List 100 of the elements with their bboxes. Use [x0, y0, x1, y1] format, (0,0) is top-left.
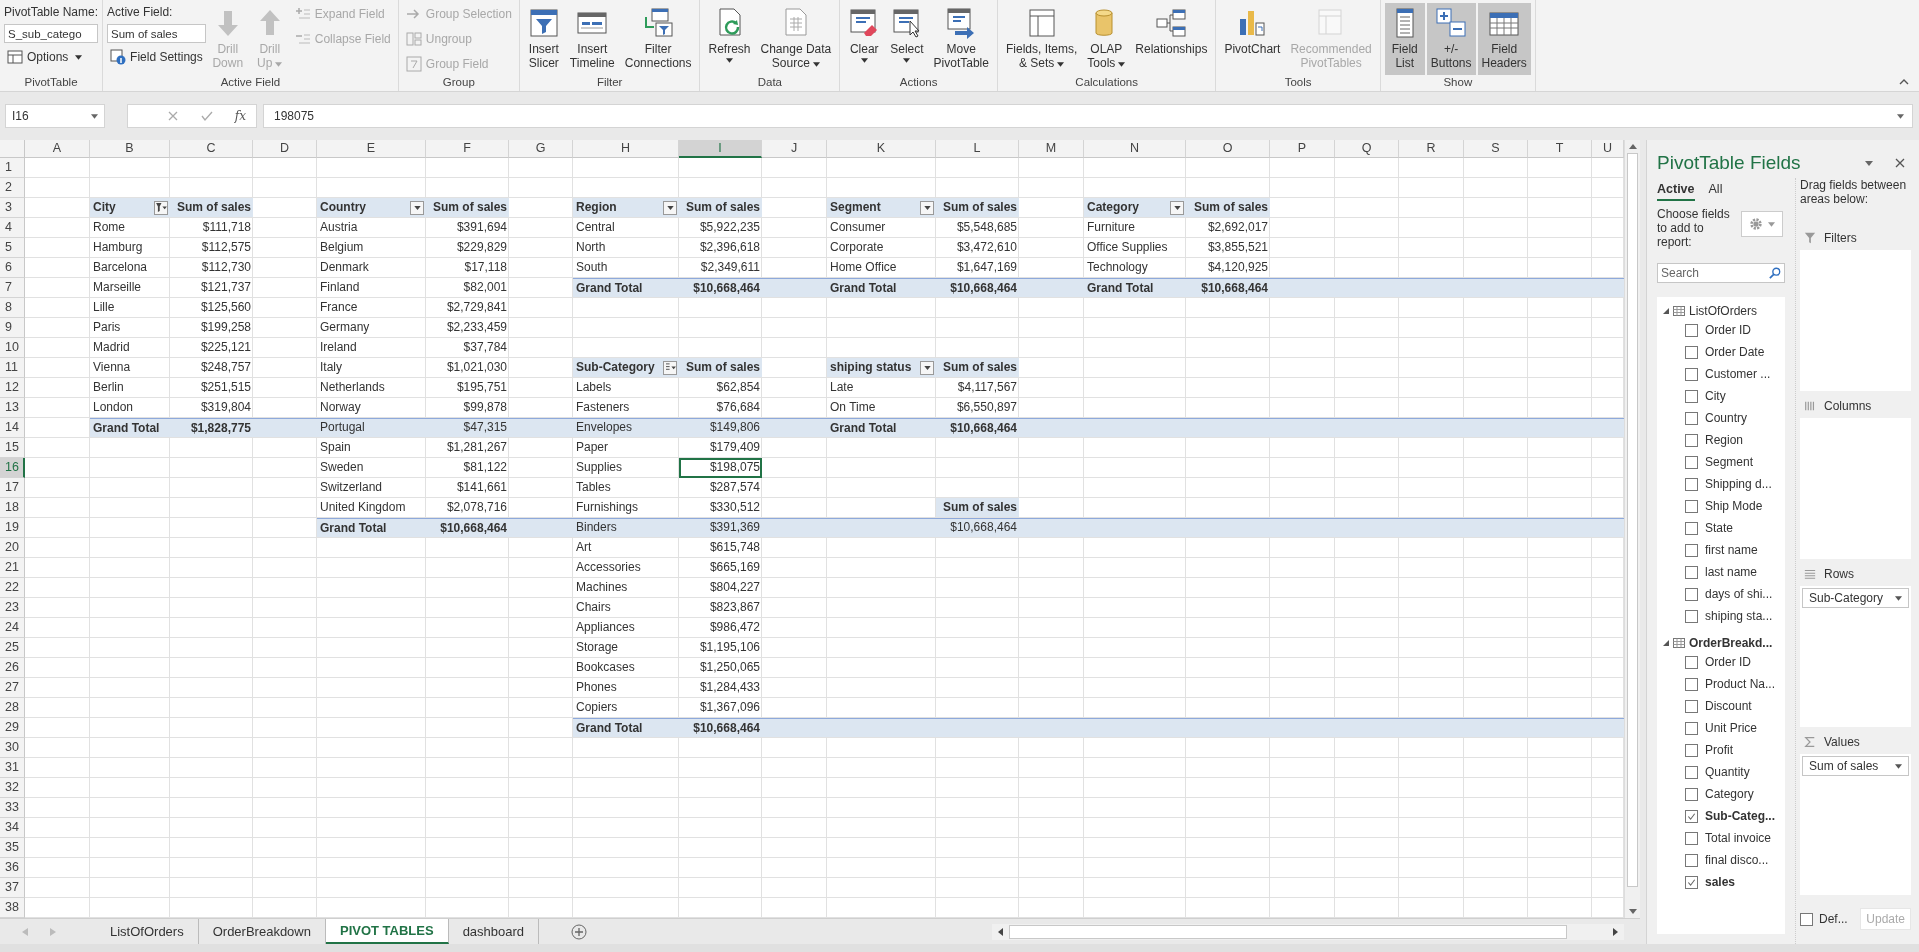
drop-area[interactable]: Sum of sales	[1800, 754, 1911, 895]
row-header[interactable]: 20	[0, 538, 25, 558]
column-header[interactable]: U	[1592, 140, 1624, 158]
field-item[interactable]: Quantity	[1663, 761, 1785, 783]
field-item[interactable]: Profit	[1663, 739, 1785, 761]
row-header[interactable]: 7	[0, 278, 25, 298]
ribbon-button[interactable]: Clear	[844, 3, 885, 75]
vertical-scrollbar[interactable]	[1624, 140, 1640, 918]
checkbox[interactable]	[1685, 521, 1698, 535]
dropdown-button[interactable]	[663, 360, 677, 375]
field-item[interactable]: Segment	[1663, 451, 1785, 473]
row-header[interactable]: 22	[0, 578, 25, 598]
column-header[interactable]: K	[827, 140, 936, 158]
field-item[interactable]: Order ID	[1663, 651, 1785, 673]
dropdown-button[interactable]	[1170, 200, 1184, 215]
row-header[interactable]: 11	[0, 358, 25, 378]
checkbox[interactable]	[1685, 853, 1698, 867]
text-field[interactable]: Sum of sales	[107, 24, 206, 43]
row-header[interactable]: 27	[0, 678, 25, 698]
ribbon-button[interactable]: Change Data Source	[756, 3, 836, 75]
scroll-thumb[interactable]	[1009, 924, 1567, 939]
checkbox[interactable]	[1685, 587, 1698, 601]
checkbox[interactable]	[1685, 323, 1698, 337]
checkbox[interactable]	[1685, 721, 1698, 735]
column-header[interactable]: N	[1084, 140, 1186, 158]
row-header[interactable]: 19	[0, 518, 25, 538]
field-item[interactable]: final disco...	[1663, 849, 1785, 871]
sheet-tab[interactable]: PIVOT TABLES	[325, 919, 449, 944]
arrow-left-icon[interactable]	[998, 927, 1003, 936]
row-header[interactable]: 9	[0, 318, 25, 338]
column-header[interactable]: F	[426, 140, 509, 158]
checkbox[interactable]	[1685, 565, 1698, 579]
row-header[interactable]: 38	[0, 898, 25, 918]
checkbox[interactable]	[1685, 699, 1698, 713]
expand-arrow-icon[interactable]	[1663, 640, 1669, 646]
field-item[interactable]: last name	[1663, 561, 1785, 583]
tools-dropdown-button[interactable]	[1741, 211, 1783, 237]
checkbox[interactable]	[1685, 743, 1698, 757]
row-header[interactable]: 6	[0, 258, 25, 278]
field-item[interactable]: Total invoice	[1663, 827, 1785, 849]
checkbox[interactable]	[1685, 433, 1698, 447]
field-item[interactable]: days of shi...	[1663, 583, 1785, 605]
check-icon[interactable]	[200, 110, 213, 122]
row-header[interactable]: 15	[0, 438, 25, 458]
search-icon[interactable]	[1769, 267, 1781, 279]
field-item[interactable]: Discount	[1663, 695, 1785, 717]
ribbon-button[interactable]: Refresh	[704, 3, 755, 75]
column-header[interactable]: J	[762, 140, 827, 158]
field-item[interactable]: Product Na...	[1663, 673, 1785, 695]
field-item[interactable]: State	[1663, 517, 1785, 539]
defer-update-checkbox[interactable]: Def...	[1800, 912, 1848, 926]
column-header[interactable]: A	[25, 140, 90, 158]
column-header[interactable]: R	[1399, 140, 1464, 158]
field-item[interactable]: Customer ...	[1663, 363, 1785, 385]
field-item[interactable]: shiping sta...	[1663, 605, 1785, 627]
caret-icon[interactable]	[1865, 160, 1873, 166]
ribbon-button[interactable]: Fields, Items, & Sets	[1001, 3, 1082, 75]
ribbon-button[interactable]: Field Settings	[107, 46, 206, 68]
row-header[interactable]: 34	[0, 818, 25, 838]
field-item[interactable]: first name	[1663, 539, 1785, 561]
ribbon-button[interactable]: OLAP Tools	[1083, 3, 1130, 75]
expand-arrow-icon[interactable]	[1663, 308, 1669, 314]
name-box[interactable]: I16	[5, 104, 105, 128]
field-item[interactable]: Ship Mode	[1663, 495, 1785, 517]
column-header[interactable]: T	[1528, 140, 1592, 158]
ribbon-button[interactable]: Insert Timeline	[565, 3, 619, 75]
row-header[interactable]: 26	[0, 658, 25, 678]
checkbox[interactable]	[1685, 809, 1698, 823]
ribbon-button[interactable]: Relationships	[1131, 3, 1212, 75]
text-field[interactable]: S_sub_catego	[4, 24, 99, 43]
dropdown-button[interactable]	[154, 200, 168, 215]
ribbon-button[interactable]: PivotChart	[1220, 3, 1285, 75]
row-header[interactable]: 2	[0, 178, 25, 198]
checkbox[interactable]	[1685, 677, 1698, 691]
field-item[interactable]: Order Date	[1663, 341, 1785, 363]
pane-tab[interactable]: Active	[1657, 182, 1695, 201]
checkbox[interactable]	[1685, 345, 1698, 359]
dropdown-button[interactable]	[663, 200, 677, 215]
checkbox[interactable]	[1685, 543, 1698, 557]
checkbox[interactable]	[1685, 455, 1698, 469]
column-header[interactable]: L	[936, 140, 1019, 158]
insert-function-button[interactable]: fx	[234, 109, 246, 123]
row-header[interactable]: 25	[0, 638, 25, 658]
add-sheet-icon[interactable]	[571, 923, 588, 940]
column-header[interactable]: C	[170, 140, 253, 158]
dropdown-button[interactable]	[920, 200, 934, 215]
row-header[interactable]: 32	[0, 778, 25, 798]
checkbox[interactable]	[1685, 499, 1698, 513]
field-item[interactable]: Category	[1663, 783, 1785, 805]
field-item[interactable]: City	[1663, 385, 1785, 407]
row-header[interactable]: 17	[0, 478, 25, 498]
ribbon-button[interactable]: Field Headers	[1477, 3, 1531, 75]
checkbox[interactable]	[1685, 655, 1698, 669]
ribbon-button[interactable]: Filter Connections	[620, 3, 696, 75]
ribbon-button[interactable]: +/- Buttons	[1426, 3, 1476, 75]
row-header[interactable]: 21	[0, 558, 25, 578]
dropdown-button[interactable]	[920, 360, 934, 375]
row-header[interactable]: 5	[0, 238, 25, 258]
field-item[interactable]: sales	[1663, 871, 1785, 893]
row-header[interactable]: 35	[0, 838, 25, 858]
